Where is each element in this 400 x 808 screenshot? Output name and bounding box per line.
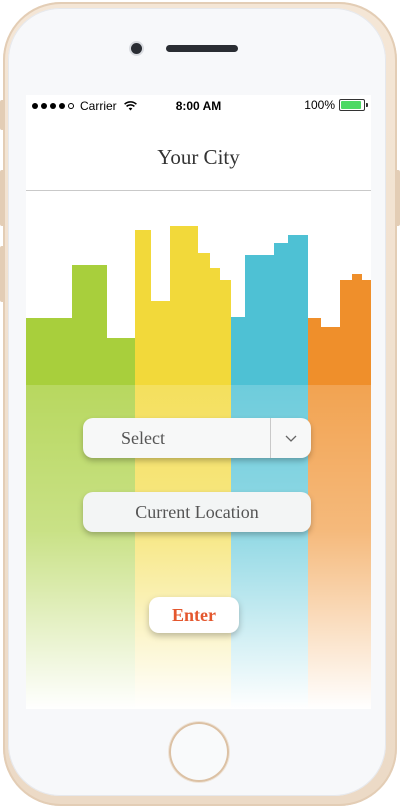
page-title: Your City: [157, 145, 240, 169]
status-bar: Carrier 8:00 AM 100%: [26, 95, 371, 117]
chevron-down-icon[interactable]: [271, 430, 311, 447]
front-camera: [131, 43, 142, 54]
battery-percent: 100%: [304, 98, 335, 112]
battery-nub: [366, 103, 368, 107]
power-button: [395, 170, 400, 226]
enter-button[interactable]: Enter: [149, 597, 239, 633]
volume-down-button: [0, 246, 5, 302]
battery-fill: [341, 101, 361, 109]
earpiece-speaker: [166, 45, 238, 52]
header-divider: [26, 190, 371, 191]
city-select-value: Select: [121, 427, 165, 448]
battery-icon: [339, 99, 368, 111]
app-screen: Carrier 8:00 AM 100% Your City Select Cu…: [26, 95, 371, 709]
current-location-button[interactable]: Current Location: [83, 492, 311, 532]
mute-switch: [0, 100, 5, 130]
volume-up-button: [0, 170, 5, 226]
city-select-dropdown[interactable]: Select: [83, 418, 311, 458]
home-button[interactable]: [169, 722, 229, 782]
status-right: 100%: [304, 98, 368, 112]
